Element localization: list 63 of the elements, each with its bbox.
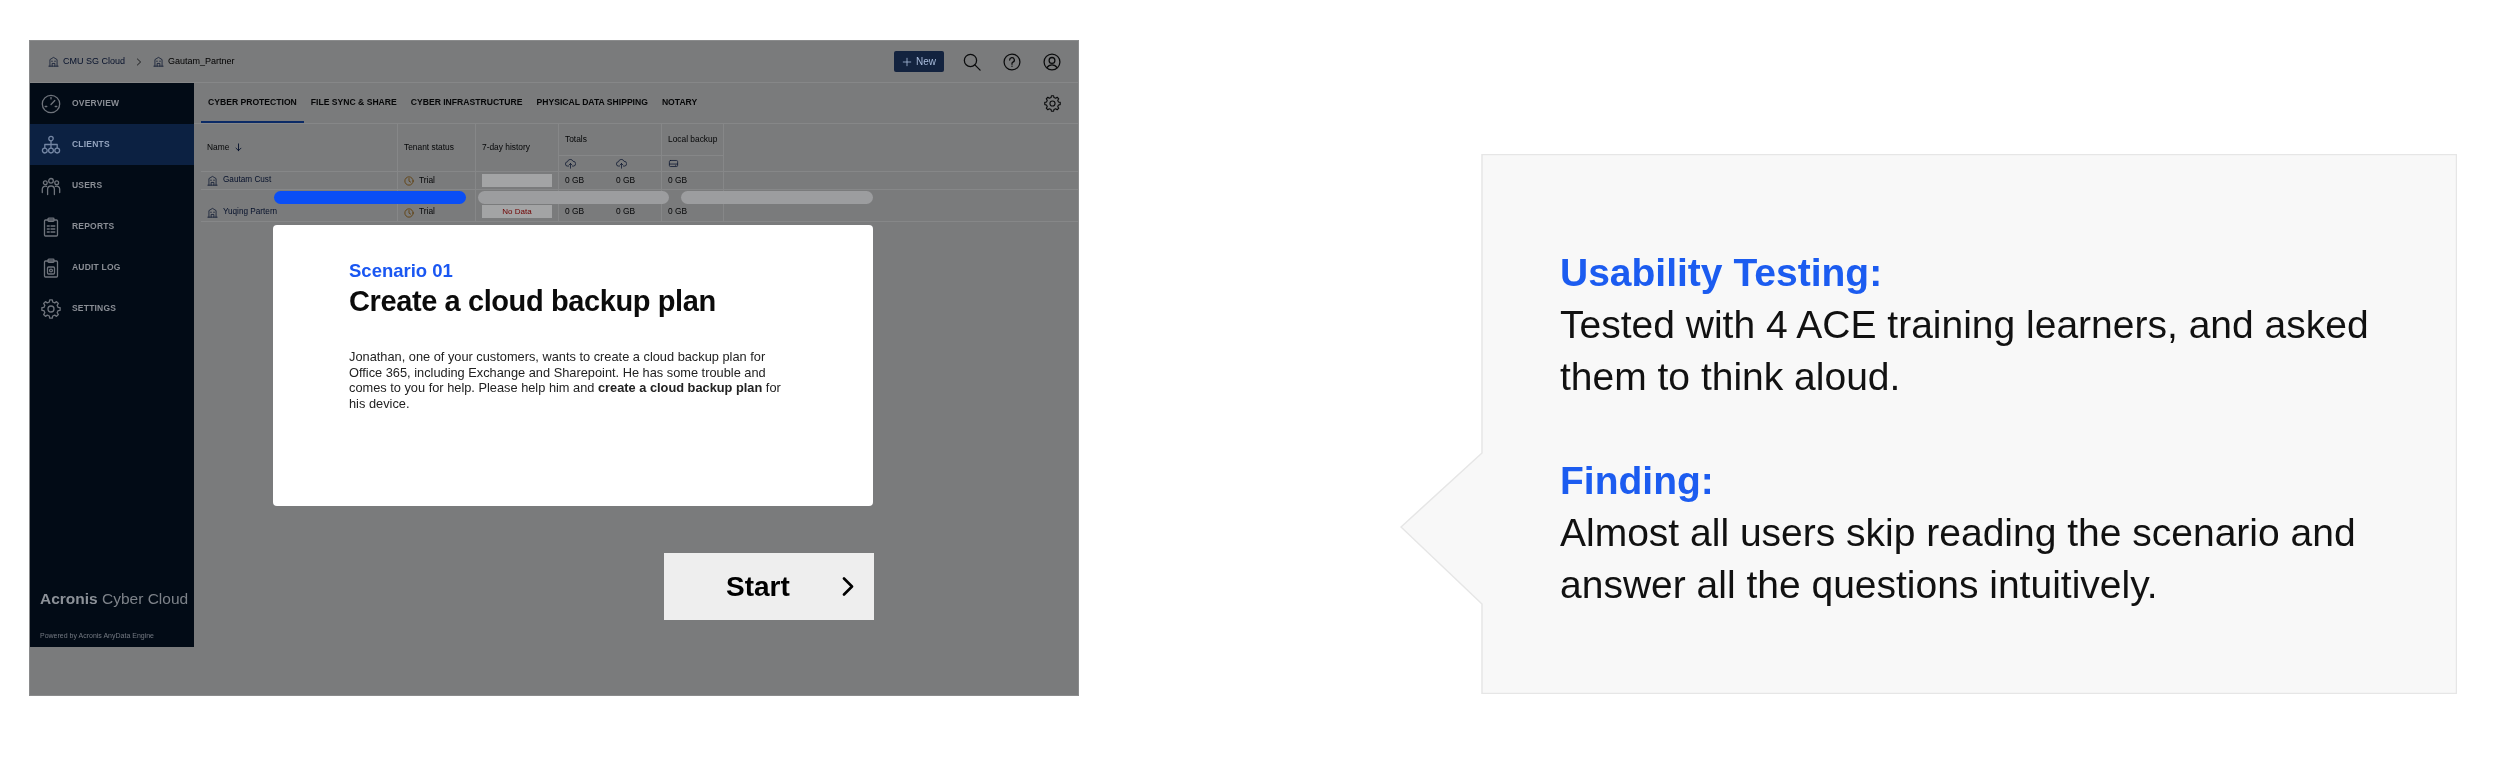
history-cell: No Data [482, 205, 552, 218]
scenario-label: Scenario 01 [349, 259, 454, 283]
clipboard-icon [41, 216, 61, 237]
tab[interactable]: CYBER INFRASTRUCTURE [403, 83, 530, 123]
settings-icon[interactable] [1044, 94, 1061, 112]
size-value: 0 GB [668, 205, 688, 218]
tab[interactable]: FILE SYNC & SHARE [303, 83, 404, 123]
tab[interactable]: CYBER PROTECTION [201, 83, 304, 123]
house-icon [48, 56, 59, 67]
breadcrumb-link[interactable]: Gautam_Partner [168, 54, 235, 69]
plus-icon [902, 56, 912, 67]
clock-icon [404, 208, 414, 218]
breadcrumb-link[interactable]: CMU SG Cloud [63, 54, 125, 69]
gear-icon [41, 298, 61, 319]
column-header[interactable]: Local backup [668, 133, 718, 146]
clipboard-gear-icon [41, 257, 61, 278]
status-text: Trial [419, 174, 435, 187]
client-name-link[interactable]: Gautam Cust [223, 174, 272, 187]
brand-name: Acronis Cyber Cloud [40, 590, 190, 608]
chevron-right-icon [842, 577, 854, 596]
people-icon [41, 175, 61, 196]
size-value: 0 GB [616, 174, 636, 187]
sidebar-item[interactable]: AUDIT LOG [30, 247, 194, 288]
tab[interactable]: PHYSICAL DATA SHIPPING [529, 83, 655, 123]
column-header[interactable]: Tenant status [404, 141, 454, 154]
size-value: 0 GB [565, 205, 585, 218]
drive-icon [668, 158, 679, 169]
sidebar-item[interactable]: OVERVIEW [30, 83, 194, 124]
new-button[interactable]: New [894, 51, 944, 72]
hierarchy-icon [41, 134, 61, 155]
section-text: Tested with 4 ACE training learners, and asked them to think aloud. [1560, 302, 2370, 400]
sidebar-item[interactable]: SETTINGS [30, 288, 194, 329]
cloud-upload-icon [565, 158, 576, 169]
house-icon [153, 56, 164, 67]
user-icon[interactable] [1043, 52, 1061, 71]
column-header[interactable]: Totals [565, 133, 587, 146]
help-icon[interactable] [1003, 52, 1021, 71]
size-value: 0 GB [668, 174, 688, 187]
house-icon [207, 175, 218, 186]
column-header[interactable]: 7-day history [482, 141, 530, 154]
sidebar-item[interactable]: USERS [30, 165, 194, 206]
search-icon[interactable] [963, 52, 981, 71]
history-cell [482, 174, 552, 187]
status-text: Trial [419, 205, 435, 218]
client-name-link[interactable]: Yuqing Partern [223, 205, 278, 218]
chevron-right-icon [135, 57, 143, 66]
tab[interactable]: NOTARY [654, 83, 705, 123]
sort-arrow-icon [234, 143, 244, 152]
section-text: Almost all users skip reading the scenario and answer all the questions intuitively. [1560, 510, 2357, 608]
dialog-title: Create a cloud backup plan [349, 284, 717, 319]
section-heading: Finding: [1560, 458, 1715, 504]
sidebar-item[interactable]: CLIENTS [30, 124, 194, 165]
start-button[interactable]: Start [664, 553, 874, 620]
size-value: 0 GB [565, 174, 585, 187]
sidebar-item[interactable]: REPORTS [30, 206, 194, 247]
cloud-upload-icon [616, 158, 627, 169]
section-heading: Usability Testing: [1560, 250, 1884, 296]
house-icon [207, 207, 218, 218]
scenario-description: Jonathan, one of your customers, wants to create a cloud backup plan for Office 365, including Exchange and Sharepoint. He has some trouble and comes to you for help. Please help him and create a cloud backup plan for his device. [349, 349, 782, 412]
column-header[interactable]: Name [207, 141, 244, 154]
gauge-icon [41, 93, 61, 114]
clock-icon [404, 175, 414, 186]
size-value: 0 GB [616, 205, 636, 218]
